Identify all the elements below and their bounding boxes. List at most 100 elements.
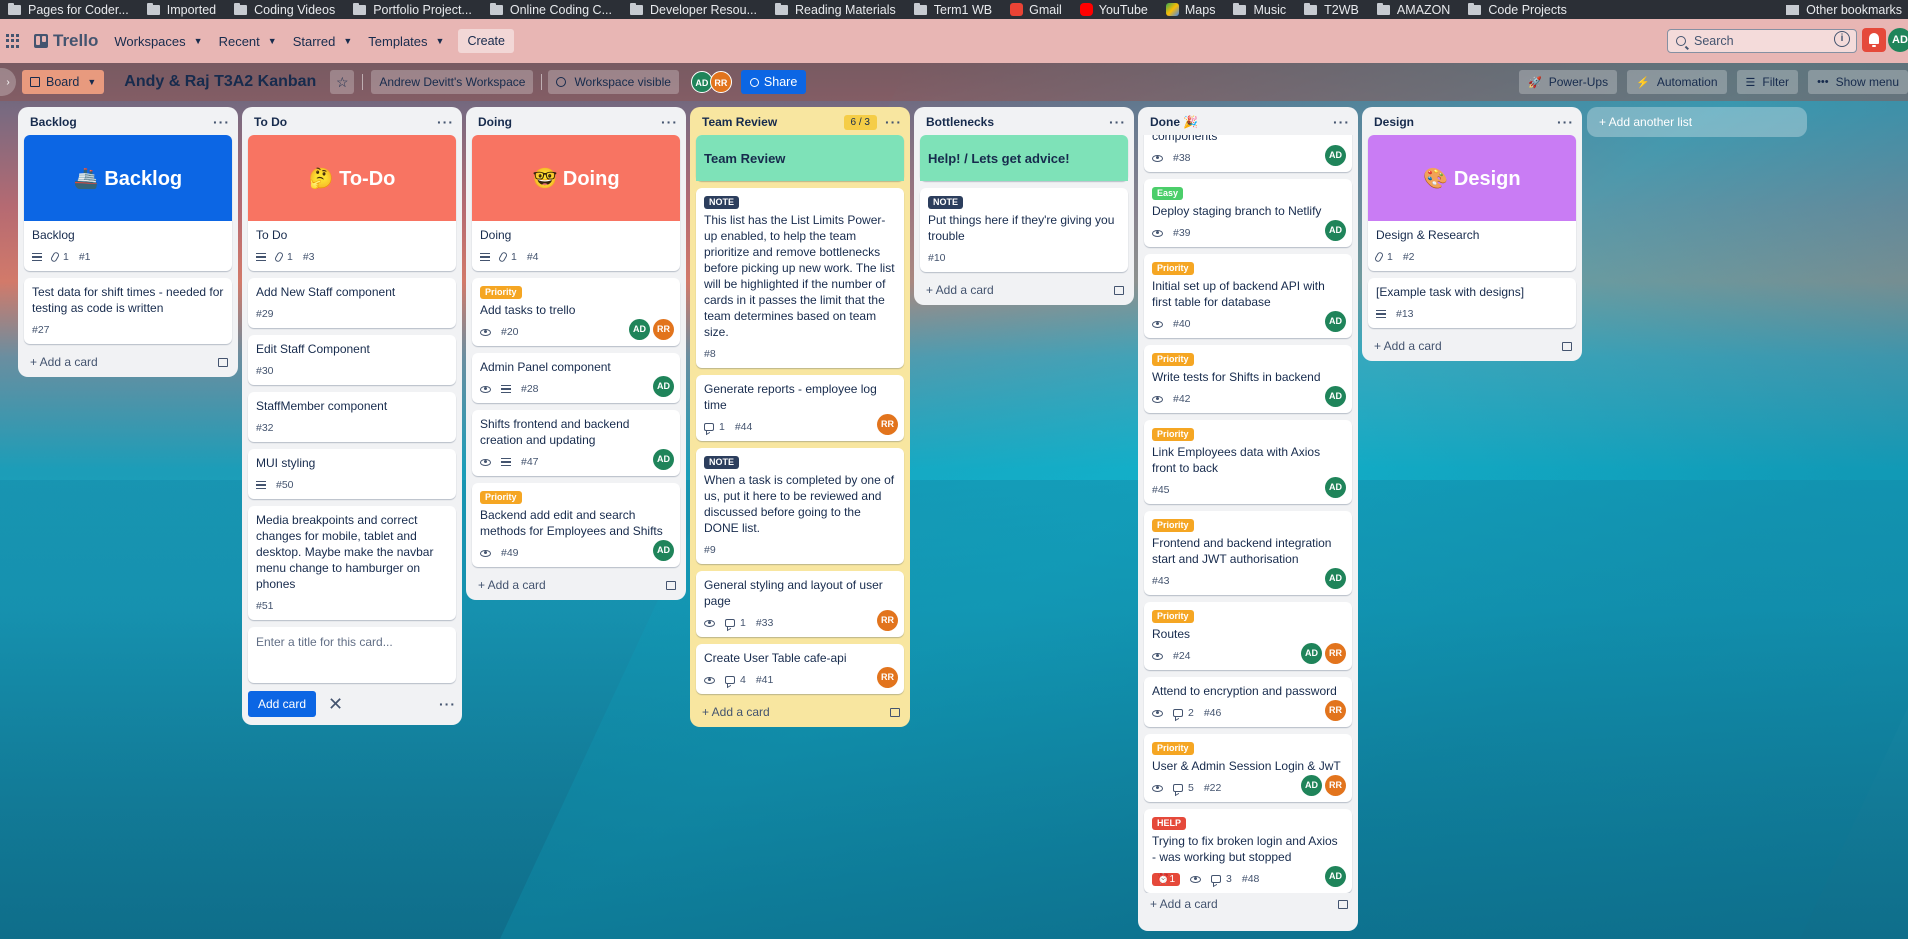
bookmark-folder[interactable]: Pages for Coder...: [0, 0, 139, 19]
list-header[interactable]: Bottlenecks ···: [914, 107, 1134, 135]
card[interactable]: Priority Write tests for Shifts in backe…: [1144, 345, 1352, 413]
bookmark-youtube[interactable]: YouTube: [1072, 0, 1158, 19]
show-menu-button[interactable]: ••• Show menu: [1808, 70, 1908, 94]
card[interactable]: Admin Panel component #28 AD: [472, 353, 680, 403]
avatar[interactable]: AD: [1325, 145, 1346, 166]
trello-logo[interactable]: Trello: [34, 31, 98, 51]
list-menu-icon[interactable]: ···: [885, 114, 902, 130]
avatar[interactable]: AD: [1325, 311, 1346, 332]
add-card-button[interactable]: + Add a card: [690, 701, 910, 719]
list-header[interactable]: Done 🎉 ···: [1138, 107, 1358, 135]
card-template-icon[interactable]: [218, 357, 228, 367]
notifications-bell-icon[interactable]: [1862, 28, 1886, 52]
card[interactable]: Priority Link Employees data with Axios …: [1144, 420, 1352, 504]
card[interactable]: Priority Backend add edit and search met…: [472, 483, 680, 567]
list-header[interactable]: To Do ···: [242, 107, 462, 135]
list-menu-icon[interactable]: ···: [1557, 114, 1574, 130]
label-priority[interactable]: Priority: [1152, 610, 1194, 623]
avatar[interactable]: AD: [653, 540, 674, 561]
info-icon[interactable]: i: [1834, 31, 1850, 47]
automation-button[interactable]: ⚡ Automation: [1627, 70, 1727, 94]
avatar[interactable]: RR: [709, 71, 732, 93]
bookmark-folder[interactable]: Term1 WB: [906, 0, 1002, 19]
card[interactable]: 🚢 Backlog Backlog 1 #1: [24, 135, 232, 271]
card[interactable]: Priority Frontend and backend integratio…: [1144, 511, 1352, 595]
card[interactable]: Shifts frontend and backend creation and…: [472, 410, 680, 476]
share-button[interactable]: Share: [740, 70, 807, 94]
label-priority[interactable]: Priority: [480, 491, 522, 504]
add-card-submit-button[interactable]: Add card: [248, 691, 317, 717]
account-avatar[interactable]: AD: [1888, 28, 1908, 52]
card[interactable]: Add New Staff component #29: [248, 278, 456, 328]
card[interactable]: StaffMember component #32: [248, 392, 456, 442]
card[interactable]: Priority Routes #24 AD RR: [1144, 602, 1352, 670]
add-card-button[interactable]: + Add a card: [1362, 335, 1582, 353]
card[interactable]: Team Review: [696, 135, 904, 181]
bookmark-folder[interactable]: Music: [1225, 0, 1296, 19]
recent-menu[interactable]: Recent ▼: [219, 34, 277, 49]
bookmark-folder[interactable]: AMAZON: [1369, 0, 1460, 19]
card[interactable]: Generate reports - employee log time 1 #4…: [696, 375, 904, 441]
add-card-button[interactable]: + Add a card: [1138, 893, 1358, 911]
bookmark-folder[interactable]: Portfolio Project...: [345, 0, 482, 19]
avatar[interactable]: AD: [1301, 643, 1322, 664]
card[interactable]: Attend to encryption and password 2 #46 R…: [1144, 677, 1352, 727]
label-help[interactable]: HELP: [1152, 817, 1187, 830]
avatar[interactable]: AD: [1301, 775, 1322, 796]
list-menu-icon[interactable]: ···: [213, 114, 230, 130]
filter-button[interactable]: ☰ Filter: [1736, 70, 1799, 94]
bookmark-folder[interactable]: Online Coding C...: [482, 0, 622, 19]
label-priority[interactable]: Priority: [1152, 742, 1194, 755]
card-template-icon[interactable]: [890, 707, 900, 717]
create-button[interactable]: Create: [458, 29, 514, 53]
label-easy[interactable]: Easy: [1152, 187, 1184, 200]
card[interactable]: Priority Add tasks to trello #20 AD RR: [472, 278, 680, 346]
card[interactable]: Create User Table cafe-api 4 #41 RR: [696, 644, 904, 694]
card[interactable]: Media breakpoints and correct changes fo…: [248, 506, 456, 620]
avatar[interactable]: AD: [1325, 220, 1346, 241]
avatar[interactable]: RR: [1325, 700, 1346, 721]
card[interactable]: Test data for shift times - needed for t…: [24, 278, 232, 344]
list-menu-icon[interactable]: ···: [437, 114, 454, 130]
app-switcher-icon[interactable]: [6, 34, 20, 48]
avatar[interactable]: RR: [1325, 775, 1346, 796]
label-note[interactable]: NOTE: [928, 196, 964, 209]
avatar[interactable]: RR: [877, 610, 898, 631]
bookmark-folder[interactable]: Developer Resou...: [622, 0, 767, 19]
list-header[interactable]: Doing ···: [466, 107, 686, 135]
workspaces-menu[interactable]: Workspaces ▼: [114, 34, 202, 49]
card[interactable]: components #38 AD: [1144, 135, 1352, 172]
avatar[interactable]: RR: [1325, 643, 1346, 664]
card-template-icon[interactable]: [1562, 341, 1572, 351]
avatar[interactable]: AD: [1325, 477, 1346, 498]
avatar[interactable]: AD: [1325, 866, 1346, 887]
bookmark-maps[interactable]: Maps: [1158, 0, 1226, 19]
list-menu-icon[interactable]: ···: [661, 114, 678, 130]
avatar[interactable]: AD: [653, 449, 674, 470]
avatar[interactable]: AD: [1325, 386, 1346, 407]
bookmark-folder[interactable]: Imported: [139, 0, 226, 19]
avatar[interactable]: AD: [1325, 568, 1346, 589]
label-priority[interactable]: Priority: [1152, 519, 1194, 532]
label-note[interactable]: NOTE: [704, 456, 740, 469]
templates-menu[interactable]: Templates ▼: [368, 34, 444, 49]
board-view-switcher[interactable]: Board ▼: [22, 70, 105, 94]
list-header[interactable]: Backlog ···: [18, 107, 238, 135]
label-priority[interactable]: Priority: [480, 286, 522, 299]
card[interactable]: NOTE Put things here if they're giving y…: [920, 188, 1128, 272]
visibility-button[interactable]: Workspace visible: [548, 70, 679, 94]
card-template-icon[interactable]: [666, 580, 676, 590]
bookmark-gmail[interactable]: Gmail: [1002, 0, 1072, 19]
card[interactable]: NOTE This list has the List Limits Power…: [696, 188, 904, 368]
avatar[interactable]: RR: [877, 414, 898, 435]
card[interactable]: Priority Initial set up of backend API w…: [1144, 254, 1352, 338]
card[interactable]: Help! / Lets get advice!: [920, 135, 1128, 181]
bookmark-folder[interactable]: Coding Videos: [226, 0, 345, 19]
label-priority[interactable]: Priority: [1152, 353, 1194, 366]
card[interactable]: Priority User & Admin Session Login & Jw…: [1144, 734, 1352, 802]
card[interactable]: 🤓 Doing Doing 1 #4: [472, 135, 680, 271]
add-card-button[interactable]: + Add a card: [914, 279, 1134, 297]
card[interactable]: HELP Trying to fix broken login and Axio…: [1144, 809, 1352, 893]
more-icon[interactable]: ···: [439, 696, 456, 712]
label-note[interactable]: NOTE: [704, 196, 740, 209]
